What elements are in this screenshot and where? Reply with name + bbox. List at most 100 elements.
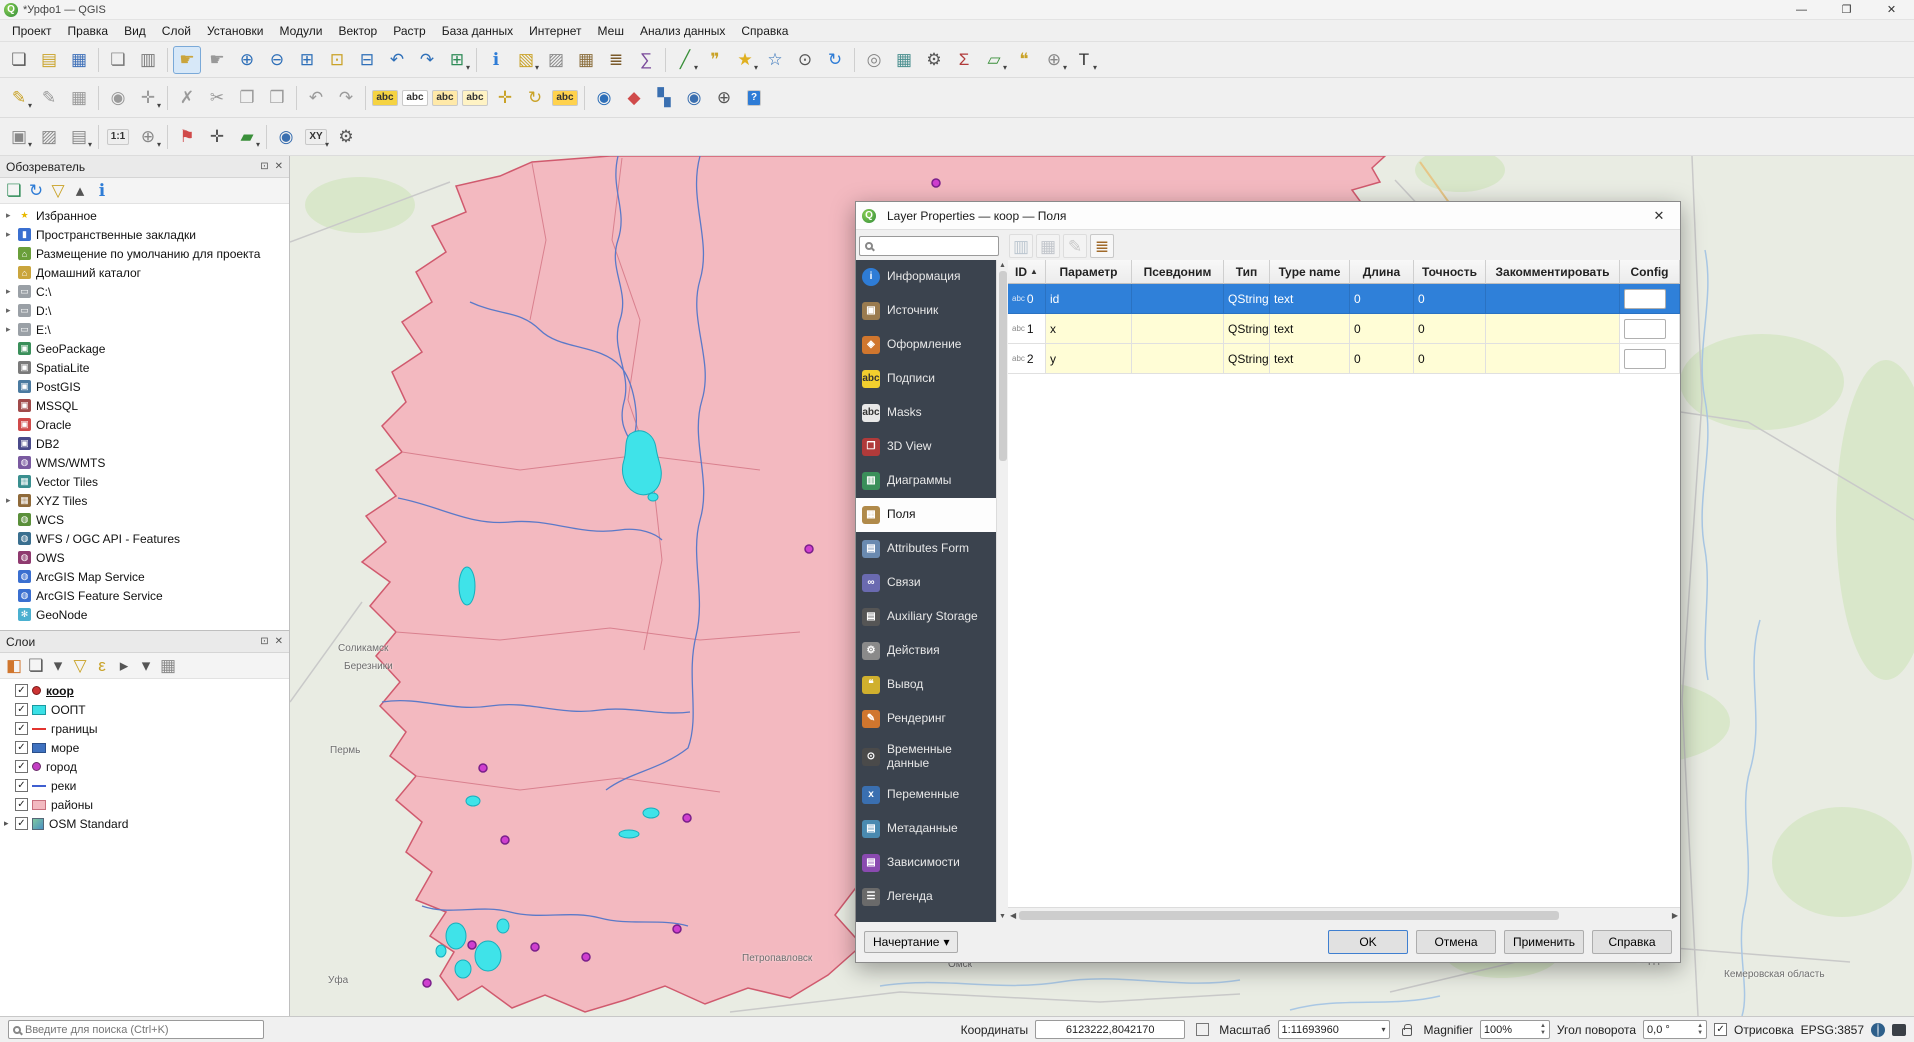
layer-item-город[interactable]: ✓город: [0, 757, 289, 776]
rotation-spinbox[interactable]: 0,0 ° ▲▼: [1643, 1020, 1707, 1039]
locator-search[interactable]: [8, 1020, 264, 1039]
properties-tab-attributes-form[interactable]: ▤Attributes Form: [856, 532, 996, 566]
properties-tab-display[interactable]: ❝Вывод: [856, 668, 996, 702]
annotation-button[interactable]: ❝: [1010, 46, 1038, 74]
browser-item-oracle[interactable]: ▣Oracle: [0, 415, 289, 434]
properties-tab-variables[interactable]: xПеременные: [856, 778, 996, 812]
lock-scale-icon[interactable]: [1397, 1020, 1417, 1040]
select-by-value-button[interactable]: ▤▾: [65, 123, 93, 151]
menu-Модули[interactable]: Модули: [271, 21, 330, 41]
menu-Справка[interactable]: Справка: [733, 21, 796, 41]
widget-config-button[interactable]: [1624, 319, 1666, 339]
expand-arrow-icon[interactable]: ▸: [6, 210, 18, 221]
remove-layer-button[interactable]: ▦: [158, 656, 178, 676]
scroll-down-icon[interactable]: ▼: [999, 913, 1006, 920]
sum-features-button[interactable]: Σ: [950, 46, 978, 74]
layer-item-районы[interactable]: ✓районы: [0, 795, 289, 814]
measure-area-button[interactable]: ▱▾: [980, 46, 1008, 74]
browser-item-geopackage[interactable]: ▣GeoPackage: [0, 339, 289, 358]
layer-checkbox[interactable]: ✓: [15, 760, 28, 773]
field-comment-cell[interactable]: [1486, 344, 1620, 374]
properties-tab-diagrams[interactable]: ▥Диаграммы: [856, 464, 996, 498]
field-type-cell[interactable]: QString: [1224, 314, 1270, 344]
widget-config-button[interactable]: [1624, 289, 1666, 309]
filter-browser-button[interactable]: ▽: [48, 181, 68, 201]
help-button[interactable]: Справка: [1592, 930, 1672, 954]
messages-icon[interactable]: [1892, 1024, 1906, 1036]
browser-item-project-home[interactable]: ⌂Размещение по умолчанию для проекта: [0, 244, 289, 263]
undock-panel-icon[interactable]: ⊡: [260, 161, 268, 172]
browser-item-vector-tiles[interactable]: ▦Vector Tiles: [0, 472, 289, 491]
properties-tab-joins[interactable]: ∞Связи: [856, 566, 996, 600]
open-field-calculator-button[interactable]: ≣: [1090, 234, 1114, 258]
menu-Интернет[interactable]: Интернет: [521, 21, 589, 41]
menu-Установки[interactable]: Установки: [199, 21, 271, 41]
filter-legend-button[interactable]: ▽: [70, 656, 90, 676]
zoom-next-button[interactable]: ↷: [413, 46, 441, 74]
properties-tab-info[interactable]: iИнформация: [856, 260, 996, 294]
measure-line-button[interactable]: ╱▾: [671, 46, 699, 74]
place-pin-button[interactable]: ⚑: [173, 123, 201, 151]
scroll-left-icon[interactable]: ◀: [1010, 911, 1016, 920]
save-edits-button[interactable]: ▦: [65, 84, 93, 112]
undock-panel-icon[interactable]: ⊡: [260, 636, 268, 647]
options-wrench-button[interactable]: ⚙: [332, 123, 360, 151]
browser-item-postgis[interactable]: ▣PostGIS: [0, 377, 289, 396]
scroll-right-icon[interactable]: ▶: [1672, 911, 1678, 920]
rotate-label-button[interactable]: ↻: [521, 84, 549, 112]
scroll-up-icon[interactable]: ▲: [999, 262, 1006, 269]
browser-item-wms[interactable]: ◍WMS/WMTS: [0, 453, 289, 472]
window-titlebar[interactable]: Q *Урфо1 — QGIS — ❐ ✕: [0, 0, 1914, 20]
zoom-in-button[interactable]: ⊕: [233, 46, 261, 74]
minimize-button[interactable]: —: [1779, 0, 1824, 19]
layer-checkbox[interactable]: ✓: [15, 779, 28, 792]
show-bookmarks-button[interactable]: ☆: [761, 46, 789, 74]
add-group-button[interactable]: ❏: [26, 656, 46, 676]
text-annotation-button[interactable]: T▾: [1070, 46, 1098, 74]
refresh-browser-button[interactable]: ↻: [26, 181, 46, 201]
osm-place-search-button[interactable]: ◉: [590, 84, 618, 112]
globe-icon[interactable]: [1871, 1023, 1885, 1037]
style-manager-button[interactable]: ◆: [620, 84, 648, 112]
expand-arrow-icon[interactable]: ▸: [6, 324, 18, 335]
deselect-all-button[interactable]: ▨: [35, 123, 63, 151]
close-button[interactable]: ✕: [1869, 0, 1914, 19]
column-header-Параметр[interactable]: Параметр: [1046, 260, 1132, 284]
vertex-tool-button[interactable]: ✛▾: [134, 84, 162, 112]
browser-item-geonode[interactable]: ✻GeoNode: [0, 605, 289, 624]
browser-item-ows[interactable]: ◍OWS: [0, 548, 289, 567]
spin-arrows-icon[interactable]: ▲▼: [1540, 1023, 1546, 1036]
properties-tab-actions[interactable]: ⚙Действия: [856, 634, 996, 668]
layer-checkbox[interactable]: ✓: [15, 741, 28, 754]
pan-map-button[interactable]: ☛: [173, 46, 201, 74]
browser-item-star[interactable]: ▸★Избранное: [0, 206, 289, 225]
coords-input[interactable]: [1035, 1020, 1185, 1039]
open-project-button[interactable]: ▤: [35, 46, 63, 74]
column-header-Длина[interactable]: Длина: [1350, 260, 1414, 284]
browser-item-drive[interactable]: ▸▭E:\: [0, 320, 289, 339]
layer-checkbox[interactable]: ✓: [15, 703, 28, 716]
render-checkbox[interactable]: ✓: [1714, 1023, 1727, 1036]
statistical-summary-button[interactable]: ∑: [632, 46, 660, 74]
collapse-all-layers-button[interactable]: ▾: [136, 656, 156, 676]
field-comment-cell[interactable]: [1486, 284, 1620, 314]
scale-combo[interactable]: 1:11693960 ▾: [1278, 1020, 1390, 1039]
coordinate-xy-button[interactable]: XY▾: [302, 123, 330, 151]
zoom-to-layer-button[interactable]: ⊟: [353, 46, 381, 74]
selection-rect-button[interactable]: ▣▾: [5, 123, 33, 151]
table-scrollbar[interactable]: ◀ ▶: [1008, 907, 1680, 922]
properties-tab-source[interactable]: ▣Источник: [856, 294, 996, 328]
spin-arrows-icon[interactable]: ▲▼: [1697, 1023, 1703, 1036]
layer-item-реки[interactable]: ✓реки: [0, 776, 289, 795]
crs-status[interactable]: EPSG:3857: [1801, 1023, 1864, 1037]
globe-tool-button[interactable]: ◉: [680, 84, 708, 112]
menu-Слой[interactable]: Слой: [154, 21, 199, 41]
show-layout-manager-button[interactable]: ▥: [134, 46, 162, 74]
field-alias-cell[interactable]: [1132, 344, 1224, 374]
properties-tab-auxiliary-storage[interactable]: ▤Auxiliary Storage: [856, 600, 996, 634]
close-panel-icon[interactable]: ✕: [275, 161, 283, 172]
menu-Правка[interactable]: Правка: [60, 21, 117, 41]
dialog-close-button[interactable]: ✕: [1644, 208, 1674, 224]
browser-item-drive[interactable]: ▸▭D:\: [0, 301, 289, 320]
undo-button[interactable]: ↶: [302, 84, 330, 112]
